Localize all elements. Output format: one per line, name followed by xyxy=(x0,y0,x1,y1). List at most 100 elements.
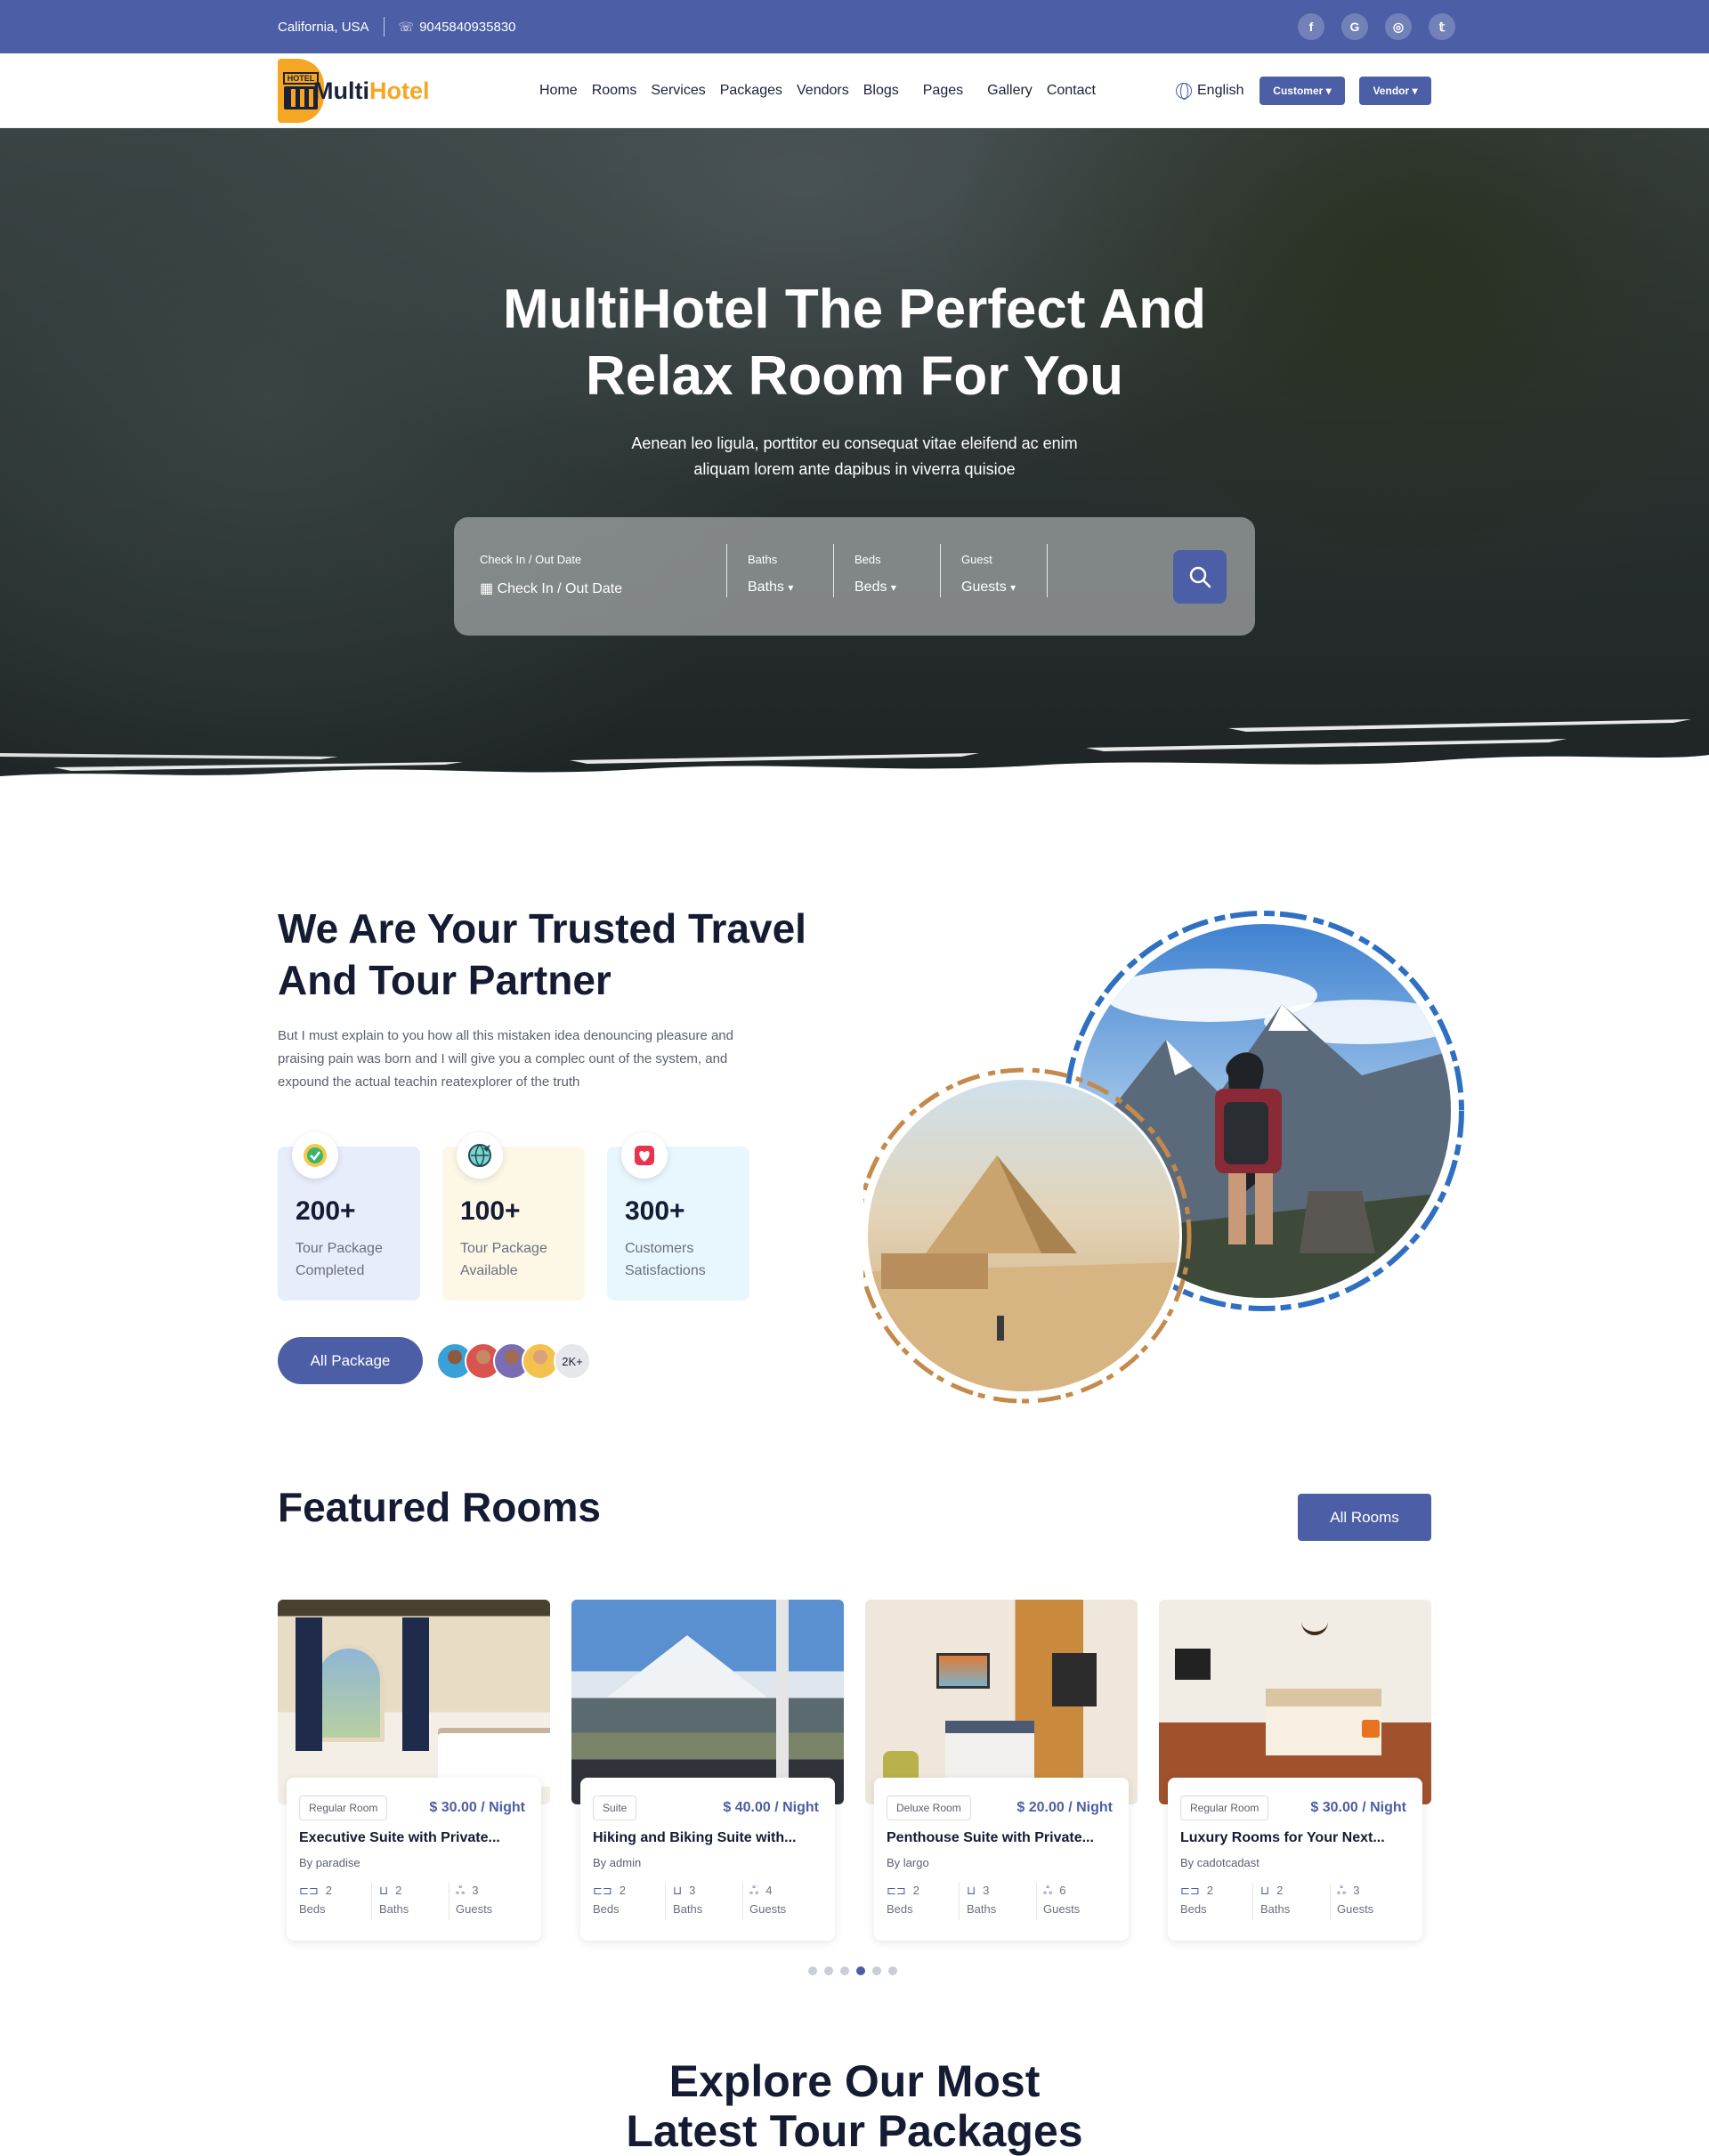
guests-icon: ஃ xyxy=(1043,1884,1053,1897)
caret-down-icon: ▾ xyxy=(1325,85,1332,97)
beds-label: Beds xyxy=(1180,1902,1207,1916)
logo[interactable]: HOTEL MultiHotel xyxy=(278,59,429,123)
vendor-dropdown-button[interactable]: Vendor ▾ xyxy=(1359,77,1431,105)
room-image[interactable] xyxy=(278,1600,550,1804)
google-icon[interactable]: G xyxy=(1341,13,1368,40)
logo-text-part2: Hotel xyxy=(369,77,430,104)
checkin-placeholder: Check In / Out Date xyxy=(497,581,623,596)
room-card[interactable]: Suite $ 40.00 / Night Hiking and Biking … xyxy=(571,1600,844,1943)
room-baths: ⊔ 3 Baths xyxy=(967,1881,1038,1920)
bed-icon: ⊏⊐ xyxy=(1180,1884,1200,1897)
caret-down-icon: ▾ xyxy=(890,581,896,594)
room-name[interactable]: Executive Suite with Private... xyxy=(299,1830,513,1846)
beds-count: 2 xyxy=(912,1884,920,1897)
room-price: $ 20.00 / Night xyxy=(1016,1800,1113,1815)
nav-services[interactable]: Services xyxy=(651,83,705,99)
explore-packages-title: Explore Our Most Latest Tour Packages xyxy=(0,2056,1709,2156)
about-title-line2: And Tour Partner xyxy=(278,957,612,1003)
room-name[interactable]: Hiking and Biking Suite with... xyxy=(593,1830,806,1846)
about-title: We Are Your Trusted Travel And Tour Part… xyxy=(278,903,901,1006)
room-name[interactable]: Luxury Rooms for Your Next... xyxy=(1180,1830,1394,1846)
bath-icon: ⊔ xyxy=(967,1884,976,1897)
guests-count: 3 xyxy=(1353,1884,1360,1897)
room-card[interactable]: Regular Room $ 30.00 / Night Executive S… xyxy=(278,1600,550,1943)
stat-number: 200+ xyxy=(296,1196,356,1226)
logo-text-part1: Multi xyxy=(313,77,369,104)
checkin-label: Check In / Out Date xyxy=(480,553,582,566)
slider-dot[interactable] xyxy=(808,1966,817,1975)
room-image[interactable] xyxy=(865,1600,1138,1804)
slider-dot[interactable] xyxy=(824,1966,833,1975)
divider xyxy=(940,544,941,597)
hero-section: MultiHotel The Perfect And Relax Room Fo… xyxy=(0,128,1709,805)
nav-pages[interactable]: Pages xyxy=(923,83,963,99)
baths-select[interactable]: Baths Baths ▾ xyxy=(748,517,828,636)
caret-down-icon: ▾ xyxy=(1412,85,1418,97)
nav-vendors[interactable]: Vendors xyxy=(797,83,849,99)
hero-title: MultiHotel The Perfect And Relax Room Fo… xyxy=(0,276,1709,409)
caret-down-icon: ▾ xyxy=(788,581,794,594)
explore-title-line2: Latest Tour Packages xyxy=(626,2106,1083,2156)
baths-count: 2 xyxy=(1276,1884,1284,1897)
slider-dot[interactable] xyxy=(872,1966,881,1975)
hero-title-line2: Relax Room For You xyxy=(585,345,1123,407)
nav-gallery[interactable]: Gallery xyxy=(987,83,1033,99)
avatar-count-badge: 2K+ xyxy=(554,1342,591,1380)
baths-label: Baths xyxy=(673,1902,703,1916)
guest-select[interactable]: Guest Guests ▾ xyxy=(961,517,1050,636)
baths-value[interactable]: Baths ▾ xyxy=(748,580,793,596)
social-links: f G ◎ 𝕥 xyxy=(1298,13,1455,40)
room-card[interactable]: Regular Room $ 30.00 / Night Luxury Room… xyxy=(1159,1600,1431,1943)
phone-number[interactable]: 9045840935830 xyxy=(419,20,515,35)
stat-card-satisfaction: 300+ Customers Satisfactions xyxy=(607,1132,749,1301)
beds-label: Beds xyxy=(299,1902,326,1916)
bath-icon: ⊔ xyxy=(673,1884,683,1897)
checkin-input[interactable]: ▦ Check In / Out Date xyxy=(480,580,622,597)
search-button[interactable] xyxy=(1173,550,1227,604)
room-card[interactable]: Deluxe Room $ 20.00 / Night Penthouse Su… xyxy=(865,1600,1138,1943)
room-card-body: Regular Room $ 30.00 / Night Luxury Room… xyxy=(1168,1778,1422,1941)
bed-icon: ⊏⊐ xyxy=(299,1884,319,1897)
divider xyxy=(1252,1883,1253,1920)
customer-dropdown-button[interactable]: Customer ▾ xyxy=(1259,77,1345,105)
room-image[interactable] xyxy=(1159,1600,1431,1804)
nav-contact[interactable]: Contact xyxy=(1047,83,1096,99)
stat-label: Tour Package Completed xyxy=(296,1241,383,1278)
baths-label: Baths xyxy=(379,1902,409,1916)
search-icon xyxy=(1189,566,1211,588)
baths-count: 3 xyxy=(983,1884,990,1897)
slider-dot[interactable] xyxy=(856,1966,865,1975)
guests-label: Guests xyxy=(1043,1902,1081,1916)
room-beds: ⊏⊐ 2 Beds xyxy=(887,1881,958,1920)
facebook-icon[interactable]: f xyxy=(1298,13,1324,40)
checkin-field[interactable]: Check In / Out Date ▦ Check In / Out Dat… xyxy=(480,517,720,636)
room-baths: ⊔ 2 Baths xyxy=(379,1881,450,1920)
globe-plane-icon xyxy=(457,1132,503,1179)
guests-count: 4 xyxy=(765,1884,773,1897)
nav-rooms[interactable]: Rooms xyxy=(592,83,637,99)
about-description: But I must explain to you how all this m… xyxy=(278,1028,733,1090)
instagram-icon[interactable]: ◎ xyxy=(1385,13,1412,40)
beds-select[interactable]: Beds Beds ▾ xyxy=(854,517,935,636)
room-name[interactable]: Penthouse Suite with Private... xyxy=(887,1830,1100,1846)
room-baths: ⊔ 2 Baths xyxy=(1260,1881,1332,1920)
slider-dot[interactable] xyxy=(840,1966,849,1975)
all-package-button[interactable]: All Package xyxy=(278,1337,423,1384)
bath-icon: ⊔ xyxy=(379,1884,389,1897)
nav-home[interactable]: Home xyxy=(539,83,578,99)
guests-icon: ஃ xyxy=(749,1884,759,1897)
nav-blogs[interactable]: Blogs xyxy=(863,83,899,99)
room-card-body: Deluxe Room $ 20.00 / Night Penthouse Su… xyxy=(874,1778,1129,1941)
beds-label: Beds xyxy=(887,1902,913,1916)
slider-dot[interactable] xyxy=(888,1966,897,1975)
divider xyxy=(726,544,727,597)
nav-packages[interactable]: Packages xyxy=(720,83,782,99)
twitter-icon[interactable]: 𝕥 xyxy=(1429,13,1455,40)
language-selector[interactable]: English xyxy=(1176,53,1243,128)
brush-stroke-divider xyxy=(0,719,1709,805)
room-image[interactable] xyxy=(571,1600,844,1804)
guest-value[interactable]: Guests ▾ xyxy=(961,580,1016,596)
all-rooms-button[interactable]: All Rooms xyxy=(1298,1494,1431,1541)
beds-value[interactable]: Beds ▾ xyxy=(854,580,896,596)
room-beds: ⊏⊐ 2 Beds xyxy=(1180,1881,1251,1920)
